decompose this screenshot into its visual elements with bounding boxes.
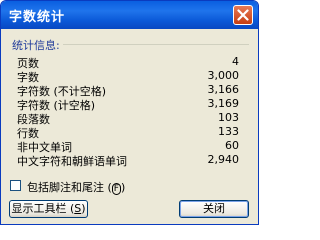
word-count-dialog: 字数统计 统计信息: 页数 4 字数 3,000 字符数 (不计空格) 3,16…	[0, 0, 259, 225]
stat-value: 103	[218, 111, 239, 124]
close-icon	[237, 9, 249, 21]
statistics-list: 页数 4 字数 3,000 字符数 (不计空格) 3,166 字符数 (计空格)…	[17, 55, 243, 168]
stat-value: 2,940	[207, 153, 240, 166]
stat-row-lines: 行数 133	[17, 125, 243, 140]
stat-value: 3,169	[207, 97, 240, 110]
shortcut-key: F	[111, 183, 121, 195]
stat-value: 3,000	[207, 69, 240, 82]
stat-label: 中文字符和朝鲜语单词	[17, 155, 127, 168]
dialog-title: 字数统计	[9, 10, 66, 25]
include-footnotes-checkbox[interactable]	[10, 180, 21, 191]
stat-row-paragraphs: 段落数 103	[17, 111, 243, 126]
stat-row-chars-no-spaces: 字符数 (不计空格) 3,166	[17, 83, 243, 98]
stat-row-words: 字数 3,000	[17, 69, 243, 84]
stat-row-pages: 页数 4	[17, 55, 243, 70]
stat-value: 60	[225, 139, 239, 152]
stat-row-chars-with-spaces: 字符数 (计空格) 3,169	[17, 97, 243, 112]
close-button[interactable]: 关闭	[179, 200, 249, 218]
stat-row-non-chinese-words: 非中文单词 60	[17, 139, 243, 154]
stat-value: 3,166	[207, 83, 240, 96]
stat-value: 133	[218, 125, 239, 138]
section-divider	[63, 44, 249, 45]
include-footnotes-label[interactable]: 包括脚注和尾注 (F)	[27, 179, 125, 195]
stat-row-cjk-chars: 中文字符和朝鲜语单词 2,940	[17, 153, 243, 168]
show-toolbar-button[interactable]: 显示工具栏 (S)	[9, 200, 88, 218]
title-bar[interactable]: 字数统计	[1, 1, 258, 29]
stat-value: 4	[232, 55, 239, 68]
shortcut-key: S	[74, 202, 82, 215]
close-window-button[interactable]	[233, 5, 253, 25]
statistics-section-label: 统计信息:	[12, 39, 60, 52]
